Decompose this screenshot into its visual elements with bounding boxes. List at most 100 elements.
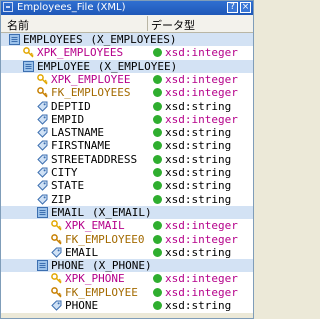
node-name: EMPID (51, 112, 85, 126)
data-type-cell: xsd:integer (153, 46, 238, 59)
node-name: EMPLOYEE (37, 59, 90, 73)
node-table-annotation: (X_EMAIL) (92, 205, 152, 219)
tree-field-row[interactable]: EMAIL xsd:string (1, 246, 253, 259)
element-icon (23, 60, 34, 72)
tree-field-row[interactable]: PHONE xsd:string (1, 299, 253, 312)
window-title: Employees_File (XML) (17, 2, 126, 13)
type-status-icon (153, 247, 162, 257)
tree-field-row[interactable]: FK_EMPLOYEE0 xsd:integer (1, 233, 253, 246)
panel-icon (3, 2, 13, 12)
type-status-icon (153, 287, 162, 297)
data-type-cell: xsd:string (153, 246, 231, 259)
node-name: EMPLOYEES (23, 33, 83, 46)
data-type-label: xsd:string (165, 299, 232, 312)
data-type-label: xsd:string (165, 245, 232, 259)
data-type-label: xsd:string (165, 126, 232, 140)
data-type-cell: xsd:string (153, 139, 231, 152)
bottom-bar (1, 313, 253, 318)
xml-tree-panel: Employees_File (XML) ? × 名前 データ型 EMPLOYE… (0, 0, 254, 319)
tree-field-row[interactable]: XPK_EMPLOYEES xsd:integer (1, 46, 253, 59)
tree-field-row[interactable]: XPK_EMAIL xsd:integer (1, 219, 253, 232)
node-name: STREETADDRESS (51, 152, 138, 166)
node-table-annotation: (X_EMPLOYEE) (97, 59, 178, 73)
data-type-cell: xsd:integer (153, 219, 238, 232)
data-type-cell: xsd:integer (153, 272, 238, 285)
node-name: EMAIL (65, 245, 99, 259)
close-button[interactable]: × (240, 2, 251, 13)
type-status-icon (153, 274, 162, 284)
node-table-annotation: (X_PHONE) (92, 259, 152, 273)
data-type-label: xsd:integer (165, 86, 238, 100)
node-name: FIRSTNAME (51, 139, 111, 153)
type-status-icon (153, 101, 162, 111)
attribute-tag-icon (37, 180, 48, 192)
data-type-label: xsd:string (165, 139, 232, 153)
help-button[interactable]: ? (227, 2, 238, 13)
node-name: XPK_EMPLOYEE (51, 72, 131, 86)
type-status-icon (153, 168, 162, 177)
node-name: LASTNAME (51, 126, 104, 140)
node-table-annotation: (X_EMPLOYEES) (90, 33, 177, 46)
tree-element-row[interactable]: EMAIL (X_EMAIL) (1, 205, 253, 219)
attribute-tag-icon (37, 114, 48, 125)
tree-field-row[interactable]: XPK_PHONE xsd:integer (1, 272, 253, 285)
tree-field-row[interactable]: XPK_EMPLOYEE xsd:integer (1, 73, 253, 86)
data-type-label: xsd:integer (165, 272, 238, 286)
data-type-cell: xsd:integer (153, 73, 238, 86)
type-column-header[interactable]: データ型 (151, 17, 195, 33)
tree-field-row[interactable]: LASTNAME xsd:string (1, 126, 253, 139)
column-divider[interactable] (147, 16, 148, 31)
node-name: PHONE (65, 299, 99, 312)
type-status-icon (153, 221, 162, 231)
data-type-label: xsd:string (165, 152, 232, 166)
tree-rows: EMPLOYEES (X_EMPLOYEES) XPK_EMPLOYEES xsd:i… (1, 33, 253, 313)
foreign-key-icon (51, 286, 62, 298)
data-type-cell: xsd:integer (153, 286, 238, 299)
name-column-header[interactable]: 名前 (7, 17, 29, 33)
tree-field-row[interactable]: STREETADDRESS xsd:string (1, 153, 253, 166)
data-type-label: xsd:string (165, 192, 232, 206)
type-status-icon (153, 194, 162, 204)
attribute-tag-icon (51, 300, 62, 311)
tree-field-row[interactable]: CITY xsd:string (1, 166, 253, 179)
element-icon (37, 206, 48, 218)
attribute-tag-icon (37, 154, 48, 165)
type-status-icon (153, 48, 162, 58)
data-type-cell: xsd:string (153, 153, 231, 166)
attribute-tag-icon (37, 194, 48, 205)
type-status-icon (153, 234, 162, 244)
type-status-icon (153, 141, 162, 151)
primary-key-icon (51, 273, 62, 284)
data-type-cell: xsd:string (153, 193, 231, 206)
tree-element-row[interactable]: EMPLOYEE (X_EMPLOYEE) (1, 59, 253, 73)
data-type-label: xsd:integer (165, 232, 238, 246)
type-status-icon (153, 88, 162, 98)
element-icon (37, 260, 48, 272)
data-type-cell: xsd:integer (153, 86, 238, 99)
tree-element-row[interactable]: EMPLOYEES (X_EMPLOYEES) (1, 33, 253, 46)
data-type-cell: xsd:string (153, 126, 231, 139)
tree-element-row[interactable]: PHONE (X_PHONE) (1, 259, 253, 273)
data-type-label: xsd:integer (165, 72, 238, 86)
node-name: FK_EMPLOYEE0 (65, 232, 145, 246)
tree-field-row[interactable]: STATE xsd:string (1, 179, 253, 192)
tree-field-row[interactable]: ZIP xsd:string (1, 193, 253, 206)
attribute-tag-icon (37, 101, 48, 112)
node-name: EMAIL (51, 205, 85, 219)
primary-key-icon (23, 47, 34, 58)
tree-field-row[interactable]: FK_EMPLOYEES xsd:integer (1, 86, 253, 99)
node-name: STATE (51, 179, 85, 193)
tree-field-row[interactable]: FIRSTNAME xsd:string (1, 139, 253, 152)
tree-field-row[interactable]: DEPTID xsd:string (1, 100, 253, 113)
tree-field-row[interactable]: EMPID xsd:integer (1, 113, 253, 126)
primary-key-icon (51, 220, 62, 231)
attribute-tag-icon (37, 140, 48, 152)
attribute-tag-icon (37, 167, 48, 178)
type-status-icon (153, 301, 162, 310)
node-name: XPK_EMAIL (65, 219, 125, 233)
type-status-icon (153, 74, 162, 84)
title-bar: Employees_File (XML) ? × (1, 1, 253, 15)
data-type-cell: xsd:integer (153, 113, 238, 126)
node-name: XPK_EMPLOYEES (37, 46, 124, 60)
tree-field-row[interactable]: FK_EMPLOYEE xsd:integer (1, 286, 253, 299)
